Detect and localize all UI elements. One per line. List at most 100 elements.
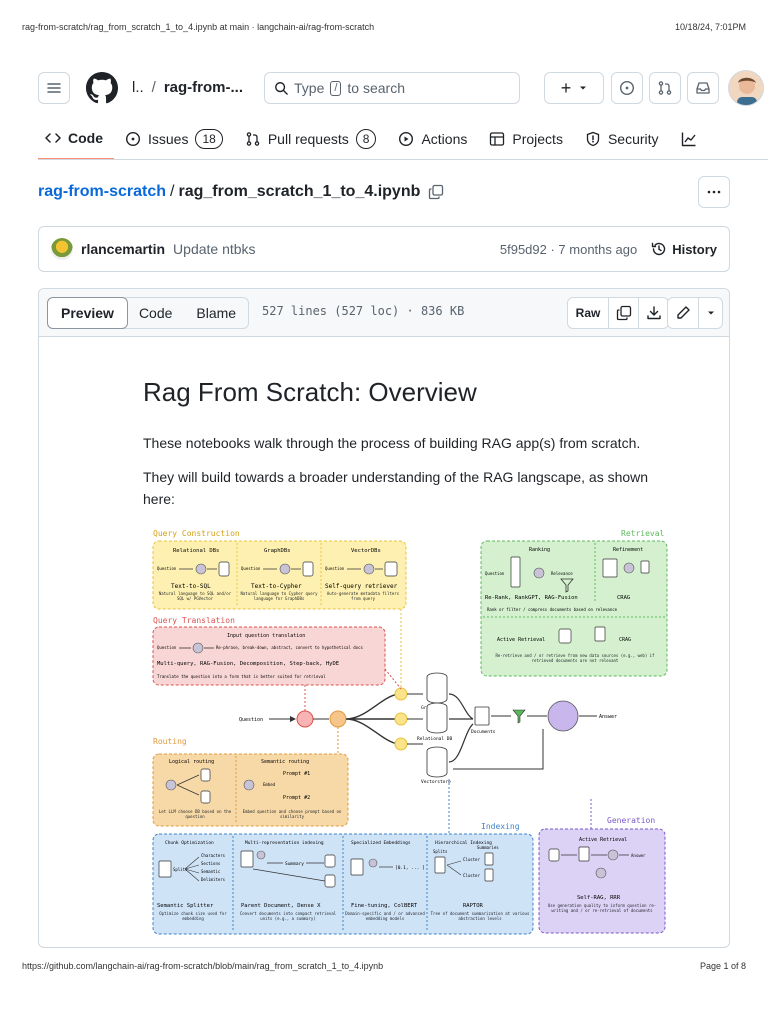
- document-icon: [484, 852, 494, 866]
- routing-node: [329, 710, 347, 728]
- tab-security[interactable]: Security: [574, 122, 670, 152]
- relational-db-node: [394, 712, 408, 726]
- routing-heading: Routing: [153, 737, 187, 746]
- more-options-button[interactable]: [698, 176, 730, 208]
- issues-button[interactable]: [611, 72, 643, 104]
- qt-question: Question: [157, 645, 177, 650]
- commit-author-avatar[interactable]: [51, 238, 73, 260]
- graph-db-icon: [200, 790, 211, 804]
- menu-button[interactable]: [38, 72, 70, 104]
- tab-projects[interactable]: Projects: [478, 122, 574, 152]
- code-icon: [45, 133, 61, 143]
- tab-code[interactable]: Code: [38, 122, 114, 160]
- breadcrumb-separator: /: [151, 79, 156, 96]
- inbox-icon: [696, 82, 710, 94]
- history-label: History: [672, 241, 717, 257]
- repo-breadcrumb: l.. / rag-from-...: [132, 79, 243, 96]
- raw-button[interactable]: Raw: [568, 298, 608, 328]
- tab-issues[interactable]: Issues 18: [114, 122, 234, 152]
- llm-brain-icon: [195, 563, 207, 575]
- prompt-1-label: Prompt #1: [283, 771, 310, 777]
- blame-tab[interactable]: Blame: [184, 298, 248, 328]
- main-question: Question: [239, 717, 263, 723]
- tab-label: Pull requests: [267, 131, 349, 147]
- print-url: https://github.com/langchain-ai/rag-from…: [22, 961, 384, 971]
- delimiters-label: Delimiters: [201, 877, 226, 882]
- sections-label: Sections: [201, 861, 221, 866]
- retrieval-question: Question: [485, 571, 505, 576]
- routing-left-desc: Let LLM choose DB based on the question: [158, 809, 232, 819]
- github-logo-icon[interactable]: [86, 72, 118, 104]
- documents-icon: [474, 706, 490, 726]
- edit-button[interactable]: [668, 298, 698, 328]
- hier-splits: Splits: [433, 849, 448, 854]
- llm-brain-icon: [547, 700, 579, 732]
- vectorstore-label: Vectorstore: [421, 779, 451, 785]
- code-view-tab[interactable]: Code: [127, 298, 184, 328]
- chunk-opt-label: Chunk Optimization: [165, 840, 214, 846]
- llm-brain-icon: [165, 779, 177, 791]
- pull-requests-button[interactable]: [649, 72, 681, 104]
- tab-label: Code: [68, 130, 103, 146]
- translation-node: [296, 710, 314, 728]
- database-icon: [218, 561, 230, 577]
- inbox-button[interactable]: [687, 72, 719, 104]
- crag-label-1: CRAG: [617, 595, 630, 601]
- active-retrieval-label: Active Retrieval: [497, 637, 545, 643]
- text-to-cypher-label: Text-to-Cypher: [251, 583, 302, 590]
- llm-brain-icon: [256, 850, 266, 860]
- file-line-info: 527 lines (527 loc) · 836 KB: [262, 304, 465, 318]
- copy-icon[interactable]: [428, 184, 444, 200]
- chunk-desc: Optimize chunk size used for embedding: [159, 911, 227, 921]
- search-icon: [275, 82, 288, 95]
- graph-dbs-label: GraphDBs: [264, 548, 291, 554]
- create-new-button[interactable]: +: [544, 72, 604, 104]
- path-separator: /: [170, 183, 175, 200]
- view-mode-toggle: Preview Code Blame: [47, 297, 250, 329]
- preview-tab[interactable]: Preview: [47, 297, 128, 329]
- tab-actions[interactable]: Actions: [387, 122, 478, 152]
- search-shortcut-key: /: [330, 80, 342, 96]
- commit-sha-age[interactable]: 5f95d92 · 7 months ago: [500, 242, 637, 257]
- commit-author[interactable]: rlancemartin: [81, 241, 165, 257]
- edit-dropdown-button[interactable]: [698, 298, 722, 328]
- user-avatar[interactable]: [728, 70, 764, 106]
- path-repo-link[interactable]: rag-from-scratch: [38, 183, 166, 201]
- database-icon: [324, 874, 336, 888]
- query-translation-heading: Query Translation: [153, 616, 235, 625]
- qc-question-2: Question: [241, 566, 261, 571]
- tab-pull-requests[interactable]: Pull requests 8: [234, 122, 388, 152]
- vector-db-icon: [324, 854, 336, 868]
- filter-icon: [512, 709, 526, 724]
- qt-desc: Translate the question into a form that …: [157, 674, 326, 679]
- document-icon: [640, 560, 650, 574]
- commit-message[interactable]: Update ntbks: [173, 241, 256, 257]
- finetune-label: Fine-tuning, ColBERT: [351, 903, 418, 909]
- characters-label: Characters: [201, 853, 226, 858]
- repo-link[interactable]: rag-from-...: [164, 79, 243, 96]
- tabs-divider: [38, 159, 768, 160]
- history-button[interactable]: History: [651, 241, 717, 257]
- download-button[interactable]: [638, 298, 668, 328]
- hier-desc: Tree of document summarization at variou…: [430, 911, 530, 921]
- semantic-routing-label: Semantic routing: [261, 759, 309, 765]
- vector-text: [0.1, ... ]: [395, 865, 425, 871]
- notebook-paragraph-2: They will build towards a broader unders…: [143, 469, 649, 507]
- llm-brain-icon: [243, 779, 255, 791]
- copy-raw-button[interactable]: [608, 298, 638, 328]
- prompt-2-label: Prompt #2: [283, 795, 310, 801]
- tab-insights[interactable]: [670, 122, 708, 152]
- crag-label-2: CRAG: [619, 637, 631, 643]
- notebook-content: Rag From Scratch: Overview These noteboo…: [39, 337, 729, 510]
- llm-brain-icon: [595, 867, 607, 879]
- vectorstore-icon: [426, 746, 448, 778]
- tab-label: Projects: [512, 131, 563, 147]
- relational-db-icon: [426, 702, 448, 734]
- active-desc: Re-retrieve and / or retrieve from new d…: [495, 653, 655, 663]
- cluster-label-2: Cluster: [463, 873, 480, 878]
- owner-link[interactable]: l..: [132, 79, 144, 96]
- search-input[interactable]: Type / to search: [264, 72, 520, 104]
- play-icon: [399, 131, 414, 147]
- file-viewer: Preview Code Blame 527 lines (527 loc) ·…: [38, 288, 730, 948]
- issue-icon: [619, 80, 635, 96]
